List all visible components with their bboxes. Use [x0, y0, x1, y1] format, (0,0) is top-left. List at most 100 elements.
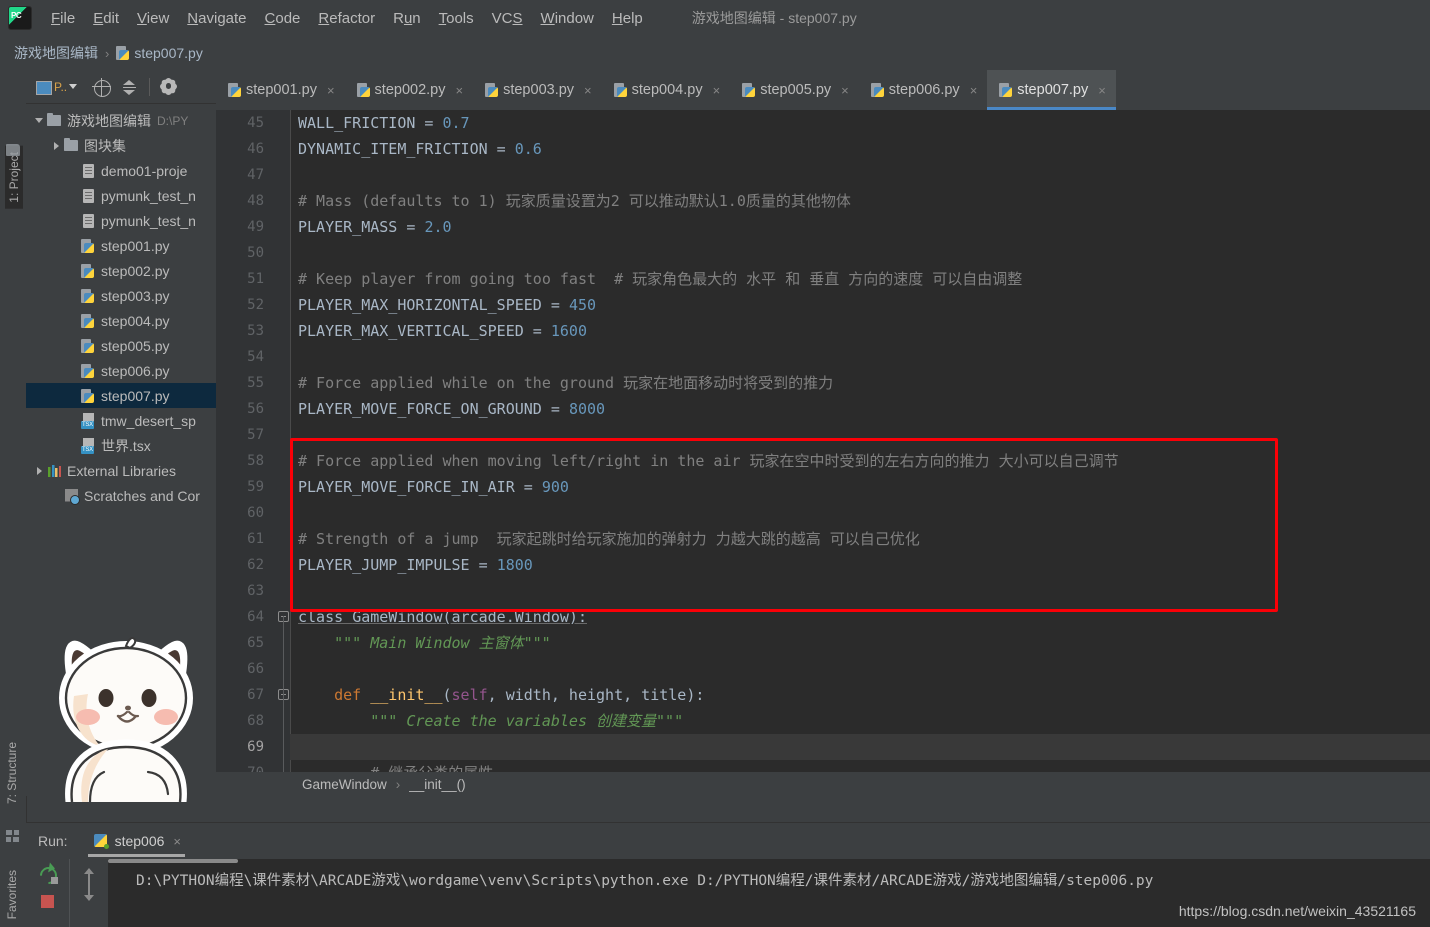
tree-item[interactable]: Scratches and Cor	[26, 483, 216, 508]
tree-item[interactable]: 世界.tsx	[26, 433, 216, 458]
code-line-text	[290, 734, 1430, 760]
structure-icon[interactable]	[6, 830, 20, 842]
tree-item[interactable]: step006.py	[26, 358, 216, 383]
tree-item[interactable]: step001.py	[26, 233, 216, 258]
stop-icon[interactable]	[41, 895, 55, 908]
editor-tab-step005[interactable]: step005.py ×	[730, 70, 859, 110]
breadcrumb-file[interactable]: step007.py	[134, 45, 203, 61]
code-line-text: PLAYER_JUMP_IMPULSE = 1800	[290, 552, 1430, 578]
tree-item[interactable]: step004.py	[26, 308, 216, 333]
tree-item[interactable]: External Libraries	[26, 458, 216, 483]
code-token: PLAYER_MOVE_FORCE_IN_AIR =	[298, 478, 542, 496]
editor-tab-step002[interactable]: step002.py ×	[345, 70, 474, 110]
chevron-closed-icon[interactable]	[32, 467, 46, 475]
tree-item[interactable]: step003.py	[26, 283, 216, 308]
breadcrumb-method[interactable]: __init__()	[409, 777, 465, 792]
menu-item-help[interactable]: Help	[603, 7, 652, 30]
breadcrumb-project[interactable]: 游戏地图编辑	[14, 43, 98, 63]
line-number: 56	[247, 401, 264, 417]
menu-item-code[interactable]: Code	[256, 7, 310, 30]
code-line: 65 """ Main Window 主窗体"""	[216, 630, 1430, 656]
folder-icon	[63, 137, 81, 154]
code-line: 49 PLAYER_MASS = 2.0	[216, 214, 1430, 240]
tool-window-structure[interactable]: 7: Structure	[5, 742, 19, 804]
editor-tab-step003[interactable]: step003.py ×	[473, 70, 602, 110]
tree-item-label: tmw_desert_sp	[101, 412, 196, 429]
folder-icon	[46, 112, 64, 129]
code-token: PLAYER_JUMP_IMPULSE =	[298, 556, 497, 574]
line-number: 68	[247, 713, 264, 729]
editor-tab-step001[interactable]: step001.py ×	[216, 70, 345, 110]
tree-item-label: step003.py	[101, 287, 170, 304]
close-icon[interactable]: ×	[327, 83, 335, 98]
code-line: 52 PLAYER_MAX_HORIZONTAL_SPEED = 450	[216, 292, 1430, 318]
breadcrumb-separator: ›	[105, 45, 110, 61]
run-configuration-tab[interactable]: step006 ×	[87, 833, 186, 857]
collapse-all-icon[interactable]	[119, 76, 141, 98]
close-icon[interactable]: ×	[584, 83, 592, 98]
tree-item[interactable]: pymunk_test_n	[26, 208, 216, 233]
chevron-closed-icon[interactable]	[49, 142, 63, 150]
close-icon[interactable]: ×	[1098, 83, 1106, 98]
breadcrumb-class[interactable]: GameWindow	[302, 777, 387, 792]
chevron-open-icon[interactable]	[32, 118, 46, 123]
scratch-icon	[63, 488, 81, 505]
code-line: 51 # Keep player from going too fast # 玩家…	[216, 266, 1430, 292]
line-number: 70	[216, 760, 264, 772]
editor-tab-step007[interactable]: step007.py ×	[987, 70, 1116, 110]
tree-item[interactable]: pymunk_test_n	[26, 183, 216, 208]
code-token: # Keep player from going too fast # 玩家角色…	[298, 270, 1023, 288]
code-token: 900	[541, 478, 569, 496]
code-line: 61 # Strength of a jump 玩家起跳时给玩家施加的弹射力 力越…	[216, 526, 1430, 552]
tree-item-label: 世界.tsx	[101, 437, 151, 454]
tree-item[interactable]: demo01-proje	[26, 158, 216, 183]
close-icon[interactable]: ×	[970, 83, 978, 98]
pycharm-logo-icon	[8, 6, 32, 30]
menu-item-vcs[interactable]: VCS	[483, 7, 532, 30]
code-editor[interactable]: 45 WALL_FRICTION = 0.7 46 DYNAMIC_ITEM_FRIC…	[216, 110, 1430, 772]
menu-item-navigate[interactable]: Navigate	[178, 7, 255, 30]
close-icon[interactable]: ×	[713, 83, 721, 98]
line-number: 53	[247, 323, 264, 339]
folder-icon[interactable]	[6, 144, 20, 156]
close-icon[interactable]: ×	[841, 83, 849, 98]
menu-item-refactor[interactable]: Refactor	[309, 7, 384, 30]
project-scope-selector[interactable]: P..	[34, 76, 78, 98]
code-token: """ Main Window 主窗体"""	[298, 634, 551, 652]
rerun-icon[interactable]	[38, 865, 58, 885]
tsx-file-icon	[80, 412, 98, 429]
tree-item[interactable]: step007.py	[26, 383, 216, 408]
tree-item[interactable]: 图块集	[26, 133, 216, 158]
console-scrollbar[interactable]	[108, 859, 238, 863]
editor-tabs: step001.py × step002.py × step003.py × step004…	[216, 70, 1430, 110]
settings-gear-icon[interactable]	[158, 76, 180, 98]
code-token: , width, height, title):	[487, 686, 705, 704]
locate-target-icon[interactable]	[91, 76, 113, 98]
menu-item-file[interactable]: File	[42, 7, 84, 30]
close-icon[interactable]: ×	[456, 83, 464, 98]
editor-tab-label: step006.py	[888, 82, 960, 98]
python-file-icon	[228, 82, 241, 98]
line-number: 46	[247, 141, 264, 157]
menu-item-run[interactable]: Run	[384, 7, 430, 30]
close-icon[interactable]: ×	[173, 834, 181, 849]
run-tool-window: Run: step006 × D:\PYTHON编程\课件素材\ARCADE游戏…	[26, 822, 1430, 927]
tool-window-favorites[interactable]: Favorites	[5, 870, 19, 919]
line-number: 51	[247, 271, 264, 287]
menu-item-view[interactable]: View	[128, 7, 178, 30]
tree-item[interactable]: step005.py	[26, 333, 216, 358]
toolbar-divider	[149, 77, 151, 96]
editor-tab-step004[interactable]: step004.py ×	[602, 70, 731, 110]
menu-item-tools[interactable]: Tools	[430, 7, 483, 30]
menu-bar: FileEditViewNavigateCodeRefactorRunTools…	[0, 0, 1430, 37]
menu-item-window[interactable]: Window	[532, 7, 603, 30]
tree-item[interactable]: 游戏地图编辑 D:\PY	[26, 108, 216, 133]
menu-item-edit[interactable]: Edit	[84, 7, 128, 30]
tree-item-label: pymunk_test_n	[101, 212, 196, 229]
line-number: 67	[247, 687, 264, 703]
editor-tab-step006[interactable]: step006.py ×	[859, 70, 988, 110]
code-line-text: PLAYER_MAX_HORIZONTAL_SPEED = 450	[290, 292, 1430, 318]
tree-item[interactable]: step002.py	[26, 258, 216, 283]
line-number: 58	[247, 453, 264, 469]
tree-item[interactable]: tmw_desert_sp	[26, 408, 216, 433]
